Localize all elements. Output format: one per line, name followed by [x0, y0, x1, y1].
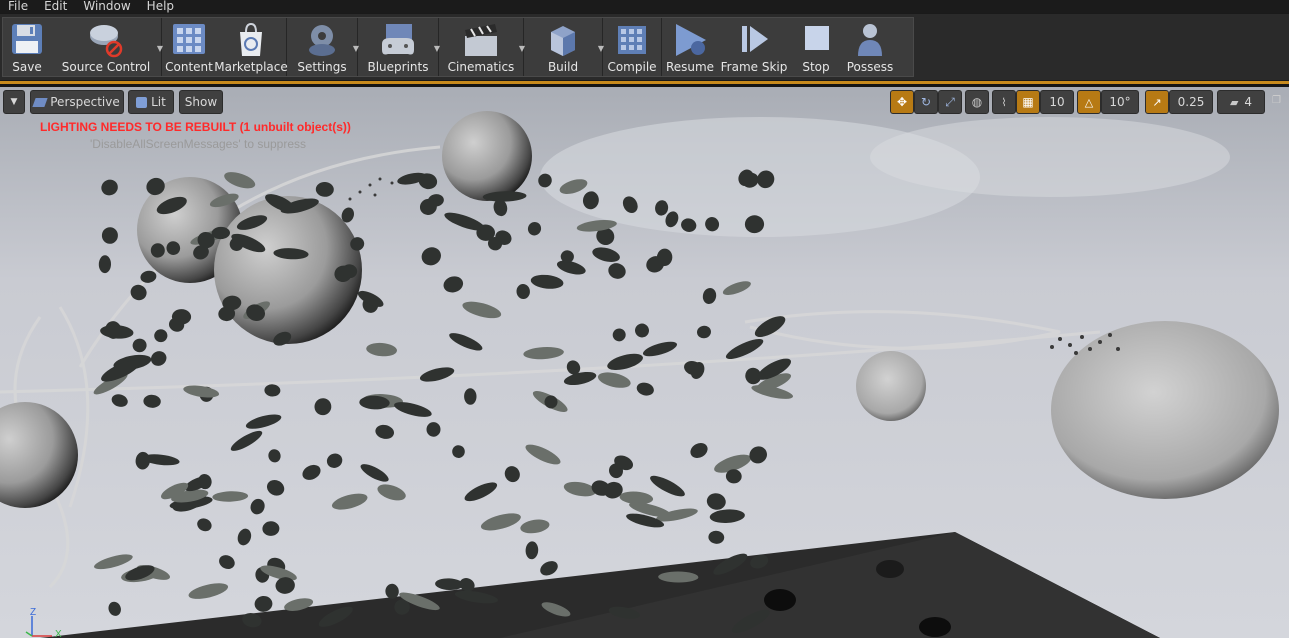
stop-button[interactable]: Stop: [790, 18, 842, 76]
possess-person-icon: [858, 24, 882, 56]
menu-bar: File Edit Window Help: [0, 0, 1289, 13]
content-browser-icon: [173, 24, 205, 54]
show-button[interactable]: Show: [179, 90, 223, 114]
show-label: Show: [184, 95, 218, 109]
scale-snap-dropdown[interactable]: 0.25: [1169, 90, 1213, 114]
lit-cube-icon: [136, 96, 148, 108]
cinematics-button[interactable]: Cinematics ▼: [439, 18, 525, 76]
rotation-snap-dropdown[interactable]: 10°: [1101, 90, 1139, 114]
lighting-rebuild-warning: LIGHTING NEEDS TO BE REBUILT (1 unbuilt …: [40, 120, 351, 134]
axis-x-label: X: [55, 629, 62, 638]
cinematics-clapper-icon: [465, 24, 497, 56]
cinematics-label: Cinematics: [447, 60, 515, 74]
grid-snap-toggle[interactable]: ▦: [1016, 90, 1040, 114]
lit-label: Lit: [151, 95, 166, 109]
globe-icon: ◍: [971, 95, 983, 109]
menu-help[interactable]: Help: [139, 0, 182, 13]
build-blocks-icon: [551, 26, 575, 56]
grid-size-value: 10: [1049, 95, 1065, 109]
scale-snap-toggle[interactable]: ↗: [1145, 90, 1169, 114]
translate-arrows-icon: ✥: [896, 95, 908, 109]
viewport-toolbar: ▼ Perspective Lit Show ✥ ↻ ⤢ ◍ ⌇ ▦ 10 △ …: [0, 90, 1289, 114]
resume-label: Resume: [665, 60, 715, 74]
level-viewport[interactable]: ▼ Perspective Lit Show ✥ ↻ ⤢ ◍ ⌇ ▦ 10 △ …: [0, 87, 1289, 638]
compile-icon: [618, 26, 646, 54]
rotation-snap-toggle[interactable]: △: [1077, 90, 1101, 114]
marketplace-label: Marketplace: [214, 60, 288, 74]
frame-skip-button[interactable]: Frame Skip: [718, 18, 790, 76]
blueprints-gamepad-icon: [382, 24, 414, 55]
settings-button[interactable]: Settings ▼: [287, 18, 359, 76]
source-control-icon: [90, 25, 123, 58]
grid-icon: ▦: [1022, 95, 1034, 109]
build-label: Build: [547, 60, 579, 74]
fish-actor[interactable]: [464, 388, 477, 405]
resume-button[interactable]: Resume: [662, 18, 718, 76]
scale-snap-value: 0.25: [1177, 95, 1205, 109]
stop-label: Stop: [802, 60, 830, 74]
menu-window[interactable]: Window: [75, 0, 138, 13]
chevron-down-icon: ▼: [10, 97, 18, 107]
camera-speed-button[interactable]: ▰ 4: [1217, 90, 1265, 114]
blueprints-label: Blueprints: [367, 60, 429, 74]
resume-play-icon: [676, 24, 706, 56]
perspective-icon: [32, 97, 48, 107]
source-control-label: Source Control: [61, 60, 151, 74]
surface-snap-toggle[interactable]: ⌇: [992, 90, 1016, 114]
world-local-toggle[interactable]: ◍: [965, 90, 989, 114]
suppress-messages-hint: 'DisableAllScreenMessages' to suppress: [90, 137, 307, 151]
angle-icon: △: [1084, 95, 1094, 109]
surface-snap-icon: ⌇: [1001, 95, 1007, 109]
settings-label: Settings: [297, 60, 347, 74]
scene-render: [0, 87, 1289, 638]
possess-button[interactable]: Possess: [842, 18, 898, 76]
frame-skip-icon: [742, 26, 768, 52]
content-label: Content: [165, 60, 213, 74]
main-toolbar: Save Source Control ▼ Content Marketplac…: [0, 14, 1289, 80]
scale-mode-button[interactable]: ⤢: [938, 90, 962, 114]
translate-mode-button[interactable]: ✥: [890, 90, 914, 114]
compile-button[interactable]: Compile: [603, 18, 661, 76]
menu-edit[interactable]: Edit: [36, 0, 75, 13]
camera-icon: ▰: [1229, 95, 1239, 109]
marketplace-button[interactable]: Marketplace: [214, 18, 288, 76]
grid-size-dropdown[interactable]: 10: [1040, 90, 1074, 114]
maximize-viewport-icon[interactable]: ❐: [1272, 95, 1284, 107]
source-control-button[interactable]: Source Control ▼: [51, 18, 163, 76]
menu-file[interactable]: File: [0, 0, 36, 13]
build-button[interactable]: Build ▼: [524, 18, 604, 76]
scale-snap-icon: ↗: [1152, 95, 1162, 109]
save-button[interactable]: Save: [3, 18, 51, 76]
fish-actor[interactable]: [426, 422, 441, 437]
camera-speed-value: 4: [1244, 95, 1253, 109]
save-label: Save: [12, 60, 42, 74]
axis-z-label: Z: [30, 607, 37, 618]
content-button[interactable]: Content: [162, 18, 216, 76]
marketplace-bag-icon: [240, 22, 262, 56]
blueprints-button[interactable]: Blueprints ▼: [358, 18, 440, 76]
viewport-options-button[interactable]: ▼: [3, 90, 25, 114]
rotate-icon: ↻: [920, 95, 932, 109]
possess-label: Possess: [846, 60, 894, 74]
perspective-label: Perspective: [50, 95, 120, 109]
perspective-button[interactable]: Perspective: [30, 90, 124, 114]
lit-mode-button[interactable]: Lit: [128, 90, 174, 114]
rotate-mode-button[interactable]: ↻: [914, 90, 938, 114]
compile-label: Compile: [607, 60, 657, 74]
settings-gear-icon: [309, 25, 335, 56]
scale-icon: ⤢: [945, 94, 955, 109]
stop-icon: [805, 26, 829, 50]
rotation-snap-value: 10°: [1109, 95, 1131, 109]
save-icon: [12, 24, 42, 54]
frame-skip-label: Frame Skip: [720, 60, 788, 74]
